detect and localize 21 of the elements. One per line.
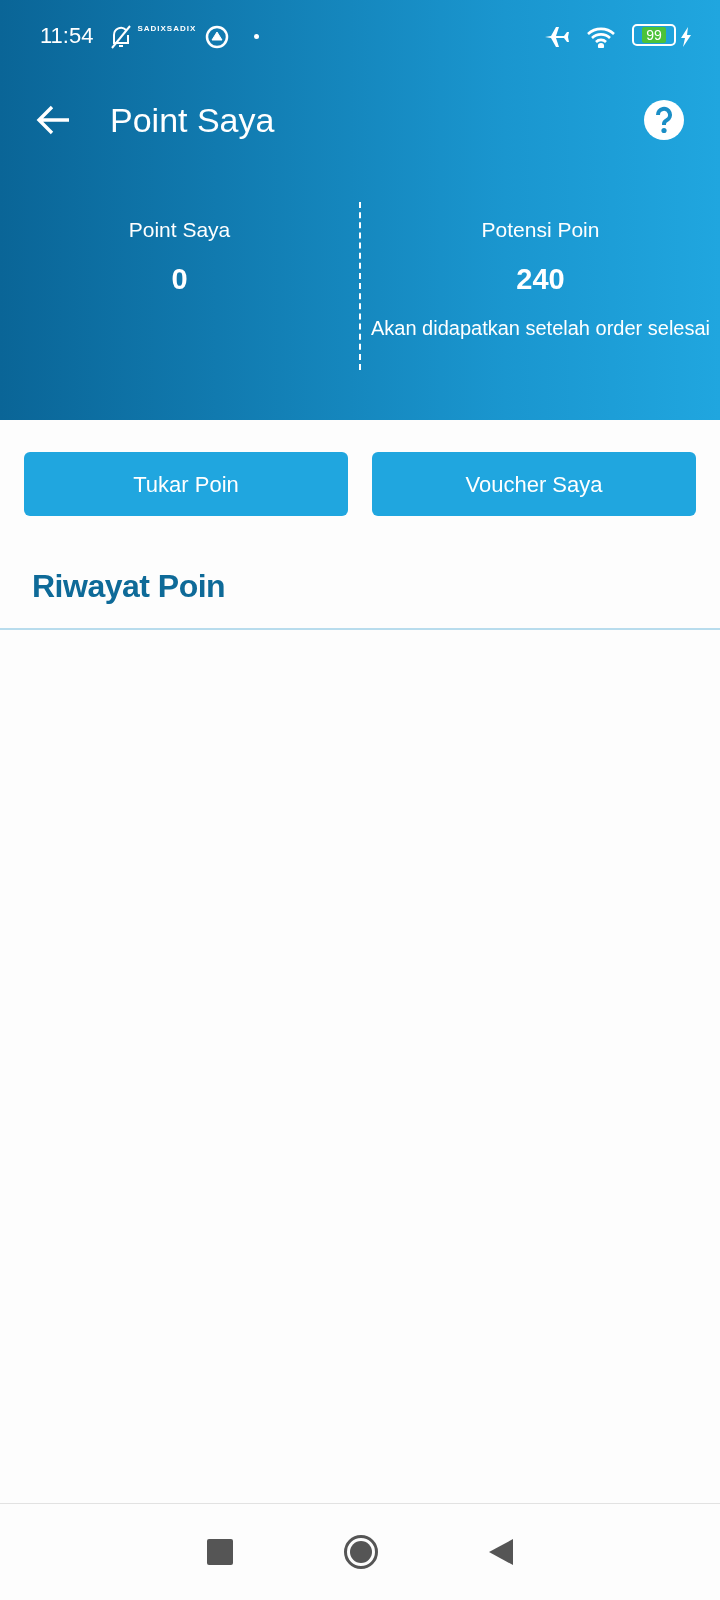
wifi-icon [586, 25, 616, 48]
back-arrow-icon[interactable] [36, 105, 70, 135]
action-button[interactable]: Voucher Saya [372, 452, 696, 516]
summary-note: Akan didapatkan setelah order selesai [369, 316, 712, 341]
home-icon[interactable] [343, 1534, 379, 1570]
page-title: Point Saya [110, 99, 275, 141]
summary-label: Potensi Poin [480, 217, 601, 243]
back-icon[interactable] [489, 1539, 513, 1565]
summary-value: 240 [515, 261, 566, 297]
summary-label: Point Saya [127, 217, 232, 243]
summary-value: 0 [170, 261, 189, 297]
charging-icon [680, 26, 692, 47]
battery-level: 99 [642, 27, 666, 43]
bell-off-icon [109, 23, 134, 50]
app-icon [204, 23, 231, 50]
section-title: Riwayat Poin [31, 567, 227, 606]
action-button[interactable]: Tukar Poin [24, 452, 348, 516]
notification-text: SADIXSADIX [137, 23, 197, 35]
help-icon[interactable] [644, 100, 684, 140]
status-time: 11:54 [40, 21, 94, 50]
dot-icon [254, 34, 260, 40]
